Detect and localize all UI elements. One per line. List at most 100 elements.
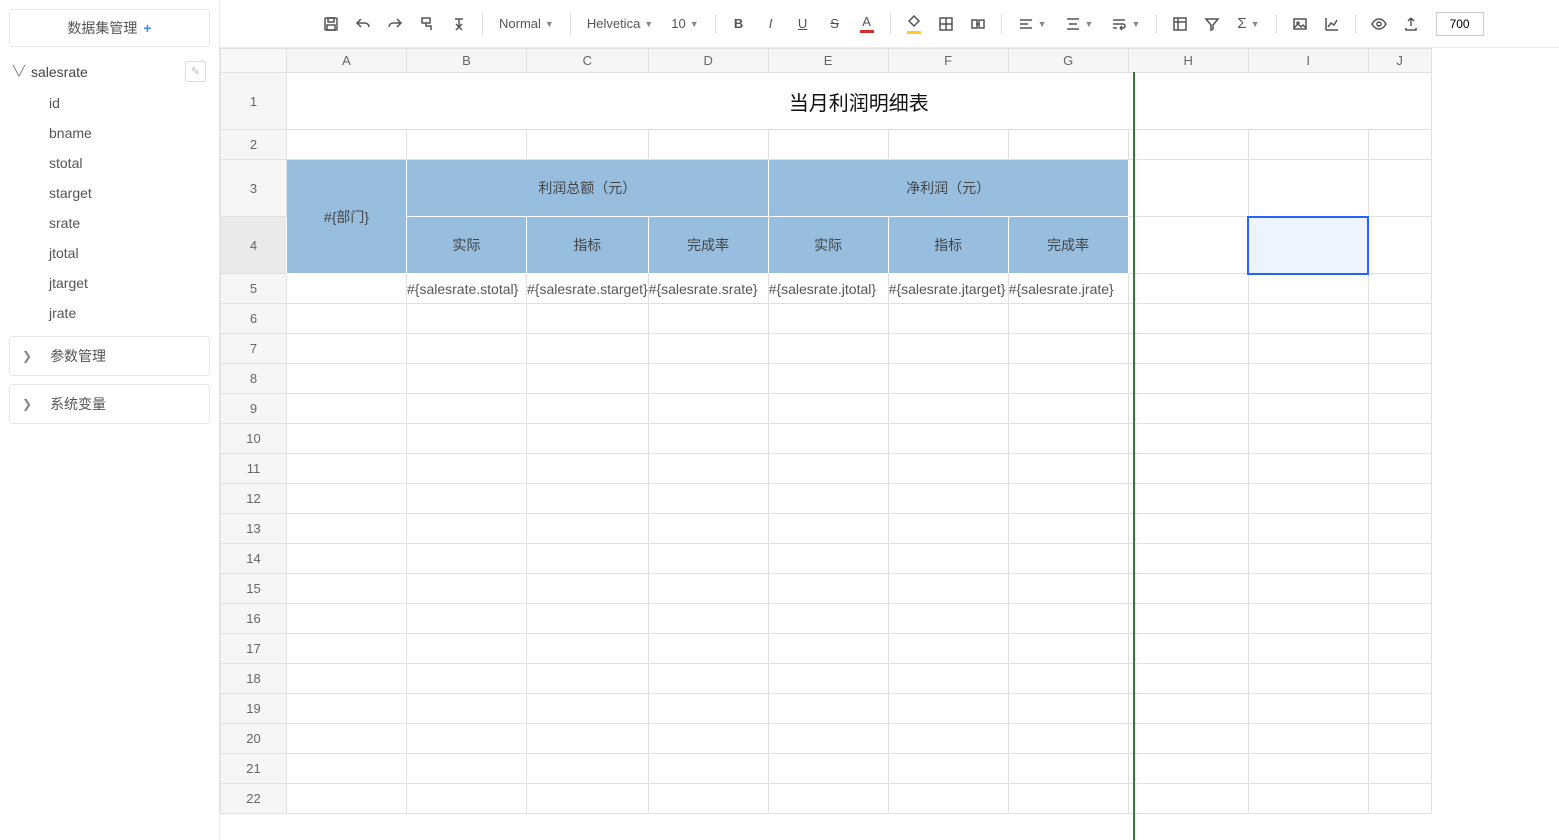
cell[interactable] [407, 754, 527, 784]
cell[interactable] [1128, 334, 1248, 364]
cell[interactable] [888, 364, 1008, 394]
cell[interactable] [1368, 574, 1431, 604]
cell[interactable] [648, 694, 768, 724]
cell[interactable] [527, 394, 649, 424]
cell[interactable] [768, 544, 888, 574]
cell[interactable] [888, 634, 1008, 664]
cell[interactable] [527, 604, 649, 634]
cell[interactable] [1008, 604, 1128, 634]
cell[interactable] [1368, 130, 1431, 160]
cell[interactable]: #{salesrate.jtarget} [888, 274, 1008, 304]
cell[interactable] [648, 130, 768, 160]
font-size-select[interactable]: 10▼ [665, 11, 704, 37]
cell[interactable] [768, 664, 888, 694]
column-header[interactable]: I [1248, 49, 1368, 73]
cell[interactable] [1128, 160, 1248, 217]
text-wrap-icon[interactable]: ▼ [1105, 11, 1146, 37]
column-header[interactable]: D [648, 49, 768, 73]
cell[interactable] [407, 304, 527, 334]
cell[interactable] [1128, 484, 1248, 514]
zoom-input[interactable] [1436, 12, 1484, 36]
spreadsheet[interactable]: ABCDEFGHIJ1当月利润明细表23#{部门}利润总额（元）净利润（元）4实… [220, 48, 1559, 840]
cell[interactable] [1248, 604, 1368, 634]
row-header[interactable]: 1 [221, 73, 287, 130]
cell[interactable] [1128, 754, 1248, 784]
cell[interactable] [1128, 784, 1248, 814]
field-item[interactable]: bname [9, 118, 210, 148]
cell[interactable]: #{部门} [287, 160, 407, 274]
align-vertical-icon[interactable]: ▼ [1059, 11, 1100, 37]
cell[interactable] [768, 514, 888, 544]
cell[interactable] [1008, 754, 1128, 784]
cell[interactable] [527, 574, 649, 604]
cell[interactable] [888, 694, 1008, 724]
row-header[interactable]: 8 [221, 364, 287, 394]
cell[interactable] [1368, 514, 1431, 544]
cell[interactable] [527, 514, 649, 544]
strikethrough-icon[interactable]: S [822, 11, 848, 37]
underline-icon[interactable]: U [790, 11, 816, 37]
cell[interactable] [287, 634, 407, 664]
cell[interactable] [287, 130, 407, 160]
cell[interactable] [768, 784, 888, 814]
cell[interactable] [1008, 514, 1128, 544]
cell[interactable] [1008, 394, 1128, 424]
cell[interactable] [1128, 574, 1248, 604]
cell[interactable] [1368, 160, 1431, 217]
preview-icon[interactable] [1366, 11, 1392, 37]
cell[interactable] [1368, 754, 1431, 784]
cell[interactable] [1248, 664, 1368, 694]
cell[interactable] [1368, 664, 1431, 694]
cell[interactable] [768, 364, 888, 394]
cell[interactable] [1128, 634, 1248, 664]
cell[interactable]: 实际 [768, 217, 888, 274]
cell[interactable] [648, 754, 768, 784]
row-header[interactable]: 12 [221, 484, 287, 514]
cell[interactable] [648, 664, 768, 694]
cell[interactable] [1248, 514, 1368, 544]
cell[interactable] [287, 784, 407, 814]
cell[interactable]: 净利润（元） [768, 160, 1128, 217]
column-header[interactable]: C [527, 49, 649, 73]
cell[interactable] [768, 130, 888, 160]
cell[interactable] [768, 694, 888, 724]
cell[interactable] [768, 454, 888, 484]
column-header[interactable]: B [407, 49, 527, 73]
section-system-vars[interactable]: ❯ 系统变量 [9, 384, 210, 424]
cell[interactable] [1248, 694, 1368, 724]
cell[interactable] [1368, 784, 1431, 814]
row-header[interactable]: 4 [221, 217, 287, 274]
cell[interactable] [407, 724, 527, 754]
cell[interactable] [768, 604, 888, 634]
cell[interactable] [287, 574, 407, 604]
row-header[interactable]: 3 [221, 160, 287, 217]
cell[interactable] [527, 694, 649, 724]
cell[interactable] [888, 454, 1008, 484]
cell[interactable]: #{salesrate.starget} [527, 274, 649, 304]
cell[interactable] [1368, 544, 1431, 574]
cell[interactable]: 完成率 [1008, 217, 1128, 274]
cell[interactable] [888, 574, 1008, 604]
cell[interactable] [287, 454, 407, 484]
cell[interactable] [527, 454, 649, 484]
cell[interactable] [1008, 694, 1128, 724]
cell[interactable] [1008, 334, 1128, 364]
cell[interactable] [648, 574, 768, 604]
font-select[interactable]: Helvetica▼ [581, 11, 659, 37]
cell[interactable] [1368, 484, 1431, 514]
cell[interactable] [1248, 754, 1368, 784]
italic-icon[interactable]: I [758, 11, 784, 37]
dataset-node-salesrate[interactable]: ╲╱ salesrate ✎ [9, 55, 210, 88]
row-header[interactable]: 7 [221, 334, 287, 364]
column-header[interactable]: H [1128, 49, 1248, 73]
row-header[interactable]: 21 [221, 754, 287, 784]
cell[interactable] [888, 784, 1008, 814]
cell[interactable]: #{salesrate.srate} [648, 274, 768, 304]
cell[interactable] [888, 424, 1008, 454]
cell[interactable]: #{salesrate.jtotal} [768, 274, 888, 304]
cell[interactable] [1008, 364, 1128, 394]
cell[interactable] [648, 514, 768, 544]
cell[interactable] [407, 484, 527, 514]
cell[interactable]: #{salesrate.jrate} [1008, 274, 1128, 304]
cell[interactable] [287, 304, 407, 334]
